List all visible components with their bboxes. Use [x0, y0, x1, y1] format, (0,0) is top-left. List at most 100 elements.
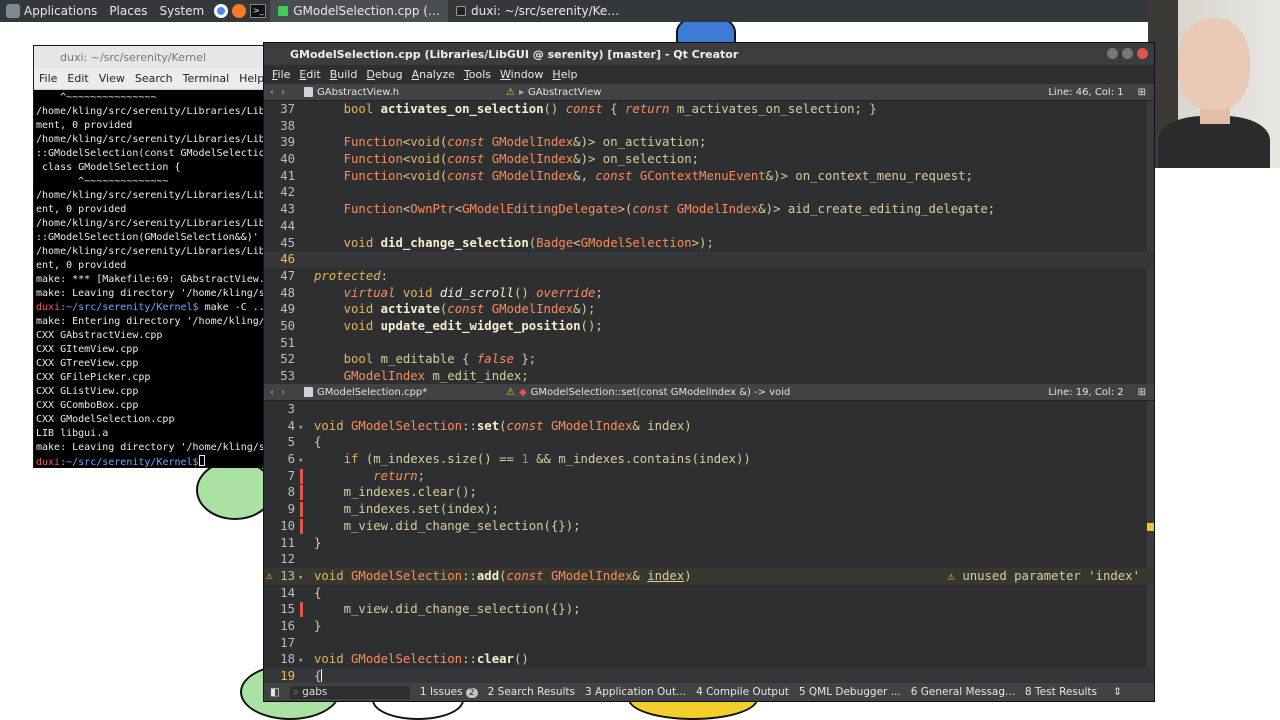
warning-icon: ⚠: [506, 386, 515, 398]
code-line: 50 void update_edit_widget_position();: [280, 318, 603, 333]
terminal-window: duxi: ~/src/serenity/Kernel File Edit Vi…: [33, 45, 278, 468]
inline-warning[interactable]: ⚠ unused parameter 'index': [948, 568, 1141, 585]
tab-test-results[interactable]: 8 Test Results: [1025, 686, 1097, 698]
task-label: GModelSelection.cpp (…: [293, 4, 440, 18]
search-icon: ⌕: [292, 685, 299, 698]
task-terminal[interactable]: duxi: ~/src/serenity/Ke…: [448, 0, 627, 22]
code-line: 15 m_view.did_change_selection({});: [280, 602, 581, 618]
webcam-overlay: [1148, 0, 1280, 168]
chromium-icon[interactable]: [214, 4, 229, 18]
more-tabs-icon[interactable]: ⇕: [1113, 686, 1122, 698]
terminal-menu-terminal[interactable]: Terminal: [183, 72, 230, 85]
menu-build[interactable]: Build: [330, 68, 358, 81]
terminal-titlebar[interactable]: duxi: ~/src/serenity/Kernel: [34, 46, 277, 68]
code-line: 16}: [280, 618, 322, 633]
sidebar-toggle-icon[interactable]: ◧: [270, 686, 280, 698]
terminal-line: /home/kling/src/serenity/Libraries/Lib: [36, 246, 265, 257]
qtcreator-titlebar[interactable]: GModelSelection.cpp (Libraries/LibGUI @ …: [264, 43, 1154, 65]
menu-help[interactable]: Help: [552, 68, 577, 81]
terminal-menu-view[interactable]: View: [99, 72, 125, 85]
menu-debug[interactable]: Debug: [366, 68, 402, 81]
tab-label: 1 Issues: [419, 686, 463, 698]
code-line: 5{: [287, 435, 322, 450]
terminal-line: /home/kling/src/serenity/Libraries/Lib: [36, 106, 265, 117]
menu-window[interactable]: Window: [500, 68, 543, 81]
warning-icon: ⚠: [506, 86, 515, 98]
code-line: 45 void did_change_selection(Badge<GMode…: [280, 235, 714, 250]
terminal-menu-edit[interactable]: Edit: [67, 72, 88, 85]
tab-issues[interactable]: 1 Issues 2: [420, 686, 478, 698]
terminal-prompt-line: duxi:~/src/serenity/Kernel$: [36, 455, 275, 468]
terminal-menu-help[interactable]: Help: [239, 72, 264, 85]
places-menu[interactable]: Places: [103, 0, 153, 22]
tab-general-messages[interactable]: 6 General Messag...: [911, 686, 1015, 698]
menu-analyze[interactable]: Analyze: [412, 68, 455, 81]
window-title: GModelSelection.cpp (Libraries/LibGUI @ …: [290, 47, 739, 61]
back-arrow-icon[interactable]: ‹: [270, 87, 274, 98]
code-line: 8 m_indexes.clear();: [287, 485, 477, 501]
tab-qml-debugger[interactable]: 5 QML Debugger ...: [799, 686, 901, 698]
terminal-line: ent, 0 provided: [36, 204, 127, 215]
back-arrow-icon[interactable]: ‹: [270, 387, 274, 398]
maximize-button[interactable]: [1122, 48, 1133, 59]
prompt-user: duxi: [36, 302, 61, 313]
tab-search-results[interactable]: 2 Search Results: [488, 686, 575, 698]
terminal-line: ::GModelSelection(GModelSelection&&)': [36, 232, 259, 243]
code-line: 9 m_indexes.set(index);: [287, 502, 500, 518]
applications-menu[interactable]: Applications: [0, 0, 103, 22]
code-line: 37 bool activates_on_selection() const {…: [280, 102, 877, 116]
firefox-icon[interactable]: [232, 4, 247, 18]
symbol-selector[interactable]: ⚠ ▸ GAbstractView: [506, 87, 601, 98]
system-menu[interactable]: System: [153, 0, 210, 22]
terminal-line: CXX GModelSelection.cpp: [36, 414, 175, 425]
terminal-line: ^~~~~~~~~~~~~~~: [36, 176, 169, 187]
code-line: 39 Function<void(const GModelIndex&)> on…: [280, 135, 707, 150]
terminal-line: CXX GComboBox.cpp: [36, 400, 139, 411]
terminal-line: CXX GTreeView.cpp: [36, 358, 139, 369]
top-code-editor[interactable]: 37 bool activates_on_selection() const {…: [264, 101, 1154, 384]
task-label: duxi: ~/src/serenity/Ke…: [471, 4, 620, 18]
forward-arrow-icon[interactable]: ›: [281, 87, 285, 98]
terminal-line: /home/kling/src/serenity/Libraries/Lib: [36, 134, 265, 145]
forward-arrow-icon[interactable]: ›: [281, 387, 285, 398]
tab-application-output[interactable]: 3 Application Out...: [585, 686, 686, 698]
applications-icon: [6, 4, 20, 18]
source-file-icon: [304, 387, 313, 397]
task-qtcreator[interactable]: GModelSelection.cpp (…: [270, 0, 448, 22]
cursor-position[interactable]: Line: 46, Col: 1: [1048, 87, 1123, 98]
terminal-output[interactable]: ^~~~~~~~~~~~~~~~ /home/kling/src/serenity…: [34, 90, 277, 468]
code-line: 52 bool m_editable { false };: [280, 352, 537, 367]
bottom-code-editor[interactable]: 3 4 ▾ void GModelSelection::set(const GMod…: [264, 401, 1154, 684]
terminal-menu-file[interactable]: File: [39, 72, 57, 85]
qtcreator-task-icon: [278, 6, 289, 16]
prompt-path: :~/src/serenity/Kernel$: [60, 457, 199, 468]
file-name: GModelSelection.cpp*: [317, 386, 428, 398]
menu-file[interactable]: File: [272, 68, 290, 81]
locator-input[interactable]: ⌕ gabs: [289, 685, 410, 699]
code-line: 40 Function<void(const GModelIndex&)> on…: [280, 152, 700, 167]
code-line: 42: [280, 185, 295, 200]
launchers: >_: [210, 0, 270, 22]
tab-compile-output[interactable]: 4 Compile Output: [696, 686, 789, 698]
file-selector[interactable]: GAbstractView.h: [296, 87, 506, 98]
terminal-line: CXX GItemView.cpp: [36, 344, 139, 355]
terminal-line: /home/kling/src/serenity/Libraries/Lib: [36, 218, 265, 229]
terminal-launcher-icon[interactable]: >_: [250, 4, 267, 18]
terminal-title: duxi: ~/src/serenity/Kernel: [60, 50, 207, 64]
terminal-line: ment, 0 provided: [36, 120, 133, 131]
minimize-button[interactable]: [1107, 48, 1118, 59]
close-button[interactable]: [1137, 48, 1148, 59]
terminal-line: make: Leaving directory '/home/kling/s: [36, 288, 265, 299]
split-icon[interactable]: ⊞: [1138, 387, 1146, 398]
menu-tools[interactable]: Tools: [464, 68, 491, 81]
code-line-current: 46: [264, 251, 1154, 268]
code-line: 49 void activate(const GModelIndex&);: [280, 302, 596, 317]
split-icon[interactable]: ⊞: [1138, 87, 1146, 98]
cursor-position[interactable]: Line: 19, Col: 2: [1048, 387, 1123, 398]
menu-edit[interactable]: Edit: [299, 68, 320, 81]
file-selector[interactable]: GModelSelection.cpp*: [296, 387, 506, 398]
terminal-menu-search[interactable]: Search: [135, 72, 173, 85]
code-line: 47 protected:: [280, 268, 389, 283]
terminal-line: make: *** [Makefile:69: GAbstractView.: [36, 274, 265, 285]
symbol-selector[interactable]: ⚠ ◆ GModelSelection::set(const GModelIndex…: [506, 387, 790, 398]
